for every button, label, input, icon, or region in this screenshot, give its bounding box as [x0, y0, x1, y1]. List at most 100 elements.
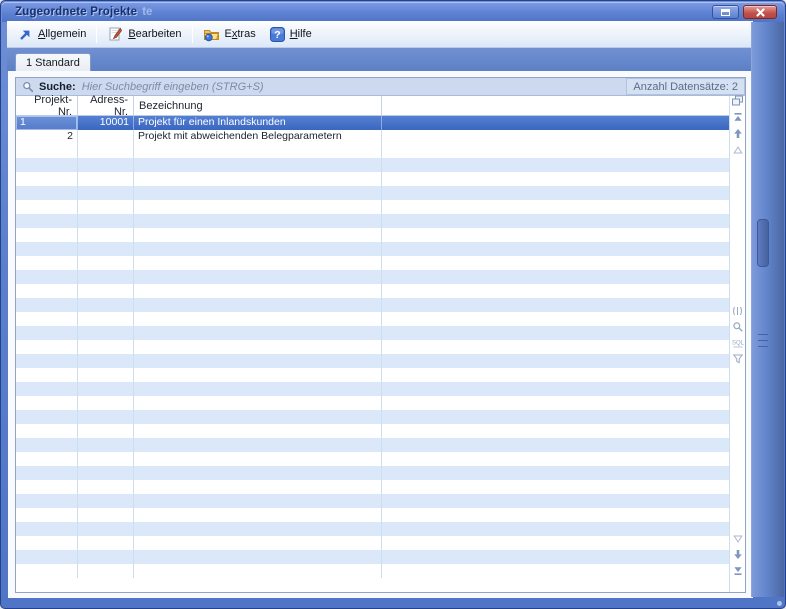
cell[interactable]: [16, 564, 78, 578]
cell[interactable]: [78, 494, 134, 508]
rail-record-down-button[interactable]: [731, 550, 745, 562]
cell[interactable]: [382, 186, 729, 200]
table-row-empty[interactable]: [16, 158, 729, 172]
cell[interactable]: [16, 144, 78, 158]
cell[interactable]: [16, 522, 78, 536]
cell[interactable]: [382, 466, 729, 480]
cell[interactable]: [16, 410, 78, 424]
rail-copy-button[interactable]: [731, 97, 745, 109]
table-row-empty[interactable]: [16, 144, 729, 158]
cell[interactable]: [382, 200, 729, 214]
cell[interactable]: [382, 508, 729, 522]
cell[interactable]: [16, 242, 78, 256]
cell[interactable]: [134, 340, 382, 354]
table-row-empty[interactable]: [16, 410, 729, 424]
cell[interactable]: [78, 522, 134, 536]
rail-record-up-button[interactable]: [731, 129, 745, 141]
close-button[interactable]: [743, 5, 777, 19]
cell[interactable]: [16, 312, 78, 326]
cell[interactable]: [16, 508, 78, 522]
cell[interactable]: [78, 144, 134, 158]
cell[interactable]: [78, 410, 134, 424]
tab-standard[interactable]: 1 Standard: [15, 53, 91, 71]
table-row-empty[interactable]: [16, 396, 729, 410]
cell[interactable]: [78, 284, 134, 298]
table-row-empty[interactable]: [16, 256, 729, 270]
cell[interactable]: [78, 340, 134, 354]
cell[interactable]: [78, 424, 134, 438]
cell[interactable]: [16, 466, 78, 480]
cell[interactable]: [16, 158, 78, 172]
table-row-empty[interactable]: [16, 564, 729, 578]
table-row-empty[interactable]: [16, 200, 729, 214]
cell[interactable]: [134, 536, 382, 550]
cell[interactable]: [134, 326, 382, 340]
cell[interactable]: [78, 214, 134, 228]
scrollbar-thumb[interactable]: [757, 219, 769, 267]
cell[interactable]: [78, 396, 134, 410]
cell[interactable]: [382, 284, 729, 298]
cell[interactable]: [134, 508, 382, 522]
cell[interactable]: [134, 158, 382, 172]
cell[interactable]: [78, 158, 134, 172]
cell[interactable]: [78, 368, 134, 382]
column-header-bezeichnung[interactable]: Bezeichnung: [134, 96, 382, 115]
cell[interactable]: [78, 270, 134, 284]
column-header-projekt-nr-[interactable]: Projekt-Nr.: [16, 96, 78, 115]
cell[interactable]: [134, 284, 382, 298]
cell[interactable]: [382, 144, 729, 158]
cell[interactable]: [78, 312, 134, 326]
cell[interactable]: [134, 410, 382, 424]
cell[interactable]: [134, 396, 382, 410]
cell[interactable]: [134, 452, 382, 466]
cell[interactable]: [78, 130, 134, 144]
cell[interactable]: [134, 298, 382, 312]
resize-grip-icon[interactable]: [777, 601, 782, 606]
cell[interactable]: [134, 550, 382, 564]
cell[interactable]: [382, 312, 729, 326]
cell[interactable]: [382, 242, 729, 256]
cell[interactable]: [78, 452, 134, 466]
cell[interactable]: [382, 494, 729, 508]
cell[interactable]: [382, 550, 729, 564]
cell[interactable]: [16, 354, 78, 368]
cell[interactable]: [134, 354, 382, 368]
cell[interactable]: [382, 368, 729, 382]
table-row-empty[interactable]: [16, 340, 729, 354]
cell[interactable]: [382, 354, 729, 368]
cell[interactable]: [134, 522, 382, 536]
rail-up-button[interactable]: [731, 145, 745, 157]
cell[interactable]: [382, 536, 729, 550]
rail-magnifier-button[interactable]: [731, 323, 745, 335]
cell[interactable]: [16, 452, 78, 466]
table-row-empty[interactable]: [16, 172, 729, 186]
cell[interactable]: [16, 340, 78, 354]
cell[interactable]: [78, 242, 134, 256]
cell[interactable]: [382, 480, 729, 494]
restore-button[interactable]: [712, 5, 739, 19]
cell[interactable]: [16, 200, 78, 214]
table-row-empty[interactable]: [16, 242, 729, 256]
column-header-blank[interactable]: [382, 96, 729, 115]
toolbar-button-allgemein[interactable]: Allgemein: [11, 25, 93, 44]
cell[interactable]: [16, 298, 78, 312]
cell[interactable]: [78, 256, 134, 270]
cell[interactable]: [134, 480, 382, 494]
cell[interactable]: [16, 186, 78, 200]
cell[interactable]: [382, 382, 729, 396]
table-row-empty[interactable]: [16, 424, 729, 438]
cell[interactable]: [134, 242, 382, 256]
cell[interactable]: [134, 200, 382, 214]
table-row-empty[interactable]: [16, 536, 729, 550]
cell[interactable]: [16, 480, 78, 494]
cell[interactable]: [134, 144, 382, 158]
table-row[interactable]: 2Projekt mit abweichenden Belegparameter…: [16, 130, 729, 144]
rail-col-width-button[interactable]: [731, 307, 745, 319]
table-row-empty[interactable]: [16, 522, 729, 536]
cell[interactable]: [16, 424, 78, 438]
cell[interactable]: [382, 438, 729, 452]
cell[interactable]: [382, 410, 729, 424]
cell[interactable]: [382, 396, 729, 410]
cell[interactable]: [78, 466, 134, 480]
rail-sql-button[interactable]: SQL: [731, 339, 745, 351]
